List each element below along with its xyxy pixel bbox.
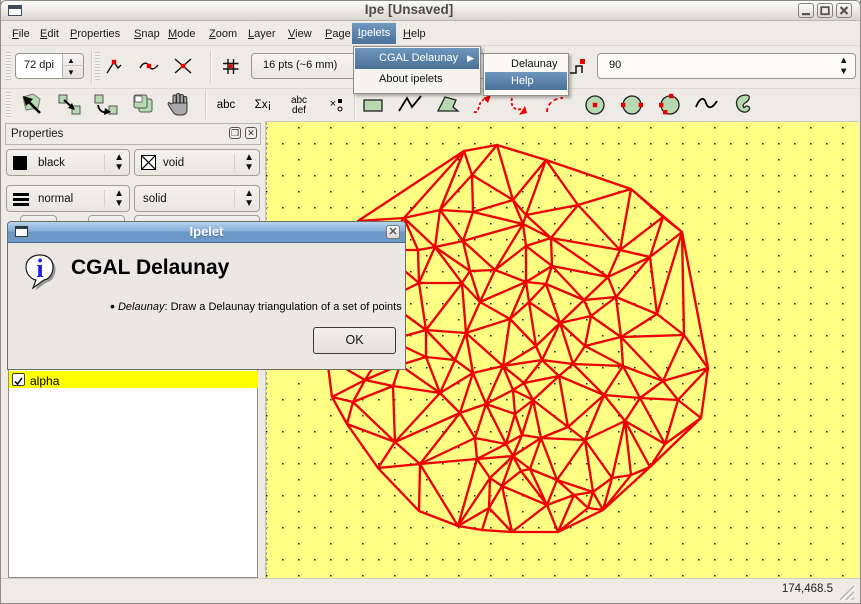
- svg-text:def: def: [292, 105, 306, 116]
- svg-text:abc: abc: [217, 99, 236, 111]
- svg-text:Σx¡: Σx¡: [255, 99, 272, 111]
- svg-text:×: ×: [330, 98, 336, 110]
- svg-text:i: i: [36, 254, 43, 283]
